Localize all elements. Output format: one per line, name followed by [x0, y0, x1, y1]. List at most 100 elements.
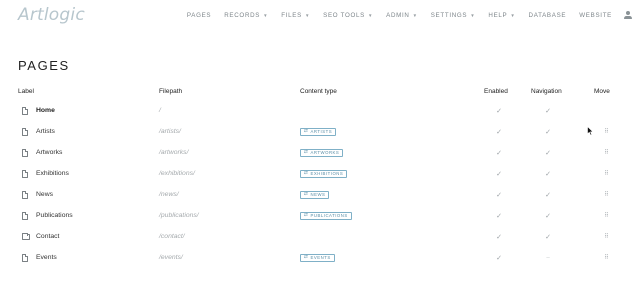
nav-help[interactable]: HELP ▼: [488, 12, 515, 19]
move-cell: ⠿: [601, 226, 611, 247]
nav-seo-tools[interactable]: SEO TOOLS ▼: [323, 12, 373, 19]
shuffle-icon: ⇄: [304, 129, 309, 134]
page-filepath: /artists/: [159, 128, 181, 135]
navigation-check-icon[interactable]: ✓: [545, 149, 551, 157]
enabled-cell: ✓: [494, 100, 504, 121]
table-row[interactable]: News/news/ ⇄ NEWS ✓ ✓ ⠿: [18, 184, 622, 205]
file-icon: [22, 127, 28, 136]
content-type-tag-label: ARTISTS: [310, 129, 333, 134]
page-filepath: /exhibitions/: [159, 170, 195, 177]
move-cell: ⠿: [601, 163, 611, 184]
column-header-move: Move: [594, 88, 610, 95]
enabled-cell: ✓: [494, 163, 504, 184]
navigation-cell: ✓: [543, 121, 553, 142]
file-icon: [22, 106, 28, 115]
page-label-link[interactable]: News: [36, 184, 53, 205]
shuffle-icon: ⇄: [304, 213, 309, 218]
nav-admin[interactable]: ADMIN ▼: [386, 12, 418, 19]
drag-handle-icon[interactable]: ⠿: [604, 191, 609, 198]
enabled-cell: ✓: [494, 205, 504, 226]
page-filepath: /: [159, 107, 161, 114]
page-label-link[interactable]: Publications: [36, 205, 73, 226]
content-type-tag-label: EXHIBITIONS: [310, 171, 344, 176]
table-row[interactable]: Contact/contact/ ✓ ✓ ⠿: [18, 226, 622, 247]
shuffle-icon: ⇄: [304, 150, 309, 155]
content-type-tag-label: PUBLICATIONS: [310, 213, 348, 218]
navigation-cell: ✓: [543, 163, 553, 184]
nav-files[interactable]: FILES ▼: [281, 12, 310, 19]
page-label-link[interactable]: Artworks: [36, 142, 62, 163]
move-cell: [601, 100, 611, 121]
artlogic-logo[interactable]: Artlogic: [18, 5, 85, 25]
table-row[interactable]: Events/events/ ⇄ EVENTS ✓ – ⠿: [18, 247, 622, 268]
row-icon-cell: [22, 247, 28, 268]
table-row[interactable]: Publications/publications/ ⇄ PUBLICATIONS ✓…: [18, 205, 622, 226]
drag-handle-icon[interactable]: ⠿: [604, 149, 609, 156]
content-type-tag[interactable]: ⇄ PUBLICATIONS: [300, 211, 352, 220]
table-row[interactable]: Exhibitions/exhibitions/ ⇄ EXHIBITIONS ✓ ✓ ⠿: [18, 163, 622, 184]
enabled-check-icon[interactable]: ✓: [496, 254, 502, 262]
enabled-check-icon[interactable]: ✓: [496, 191, 502, 199]
table-row[interactable]: Artworks/artworks/ ⇄ ARTWORKS ✓ ✓ ⠿: [18, 142, 622, 163]
navigation-check-icon[interactable]: ✓: [545, 191, 551, 199]
nav-records[interactable]: RECORDS ▼: [224, 12, 268, 19]
content-type-tag[interactable]: ⇄ ARTWORKS: [300, 148, 344, 157]
file-icon: [22, 190, 28, 199]
enabled-check-icon[interactable]: ✓: [496, 212, 502, 220]
nav-help-label: HELP: [488, 11, 508, 19]
shuffle-icon: ⇄: [304, 192, 309, 197]
content-type-cell: ⇄ NEWS: [300, 184, 330, 205]
user-icon[interactable]: [624, 11, 632, 19]
nav-website[interactable]: WEBSITE: [579, 12, 612, 19]
navigation-check-icon[interactable]: ✓: [545, 128, 551, 136]
table-row[interactable]: Artists/artists/ ⇄ ARTISTS ✓ ✓ ⠿: [18, 121, 622, 142]
drag-handle-icon[interactable]: ⠿: [604, 212, 609, 219]
page-label-link[interactable]: Events: [36, 247, 57, 268]
enabled-check-icon[interactable]: ✓: [496, 149, 502, 157]
file-icon: [22, 211, 28, 220]
nav-files-label: FILES: [281, 11, 302, 19]
drag-handle-icon[interactable]: ⠿: [604, 128, 609, 135]
shuffle-icon: ⇄: [304, 255, 309, 260]
nav-records-label: RECORDS: [224, 11, 261, 19]
content-type-tag[interactable]: ⇄ EXHIBITIONS: [300, 169, 348, 178]
page-filepath: /contact/: [159, 233, 185, 240]
navigation-check-icon[interactable]: ✓: [545, 212, 551, 220]
content-type-cell: ⇄ PUBLICATIONS: [300, 205, 352, 226]
page-label-link[interactable]: Artists: [36, 121, 55, 142]
page-title: PAGES: [18, 58, 70, 73]
content-type-tag[interactable]: ⇄ ARTISTS: [300, 127, 337, 136]
navigation-check-icon[interactable]: ✓: [545, 107, 551, 115]
navigation-check-icon[interactable]: ✓: [545, 233, 551, 241]
enabled-check-icon[interactable]: ✓: [496, 170, 502, 178]
drag-handle-icon[interactable]: ⠿: [604, 170, 609, 177]
navigation-cell: ✓: [543, 142, 553, 163]
content-type-cell: ⇄ EXHIBITIONS: [300, 163, 348, 184]
column-header-navigation: Navigation: [531, 88, 562, 95]
enabled-check-icon[interactable]: ✓: [496, 107, 502, 115]
row-icon-cell: [22, 163, 28, 184]
page-label-link[interactable]: Home: [36, 100, 55, 121]
nav-database[interactable]: DATABASE: [529, 12, 567, 19]
navigation-check-icon[interactable]: ✓: [545, 170, 551, 178]
enabled-check-icon[interactable]: ✓: [496, 233, 502, 241]
column-header-content-type: Content type: [300, 88, 337, 95]
chevron-down-icon: ▼: [412, 12, 418, 18]
content-type-tag[interactable]: ⇄ EVENTS: [300, 253, 335, 262]
enabled-cell: ✓: [494, 247, 504, 268]
drag-handle-icon[interactable]: ⠿: [604, 254, 609, 261]
row-icon-cell: [22, 226, 30, 247]
drag-handle-icon[interactable]: ⠿: [604, 233, 609, 240]
nav-settings[interactable]: SETTINGS ▼: [431, 12, 476, 19]
navigation-dash-icon[interactable]: –: [546, 255, 549, 261]
table-row[interactable]: Home / ✓ ✓: [18, 100, 622, 121]
nav-pages[interactable]: PAGES: [187, 12, 211, 19]
move-cell: ⠿: [601, 184, 611, 205]
page-label-link[interactable]: Contact: [36, 226, 59, 247]
page-label-link[interactable]: Exhibitions: [36, 163, 69, 184]
content-type-tag[interactable]: ⇄ NEWS: [300, 190, 330, 199]
row-icon-cell: [22, 100, 28, 121]
enabled-check-icon[interactable]: ✓: [496, 128, 502, 136]
file-icon: [22, 253, 28, 262]
column-header-enabled: Enabled: [484, 88, 508, 95]
